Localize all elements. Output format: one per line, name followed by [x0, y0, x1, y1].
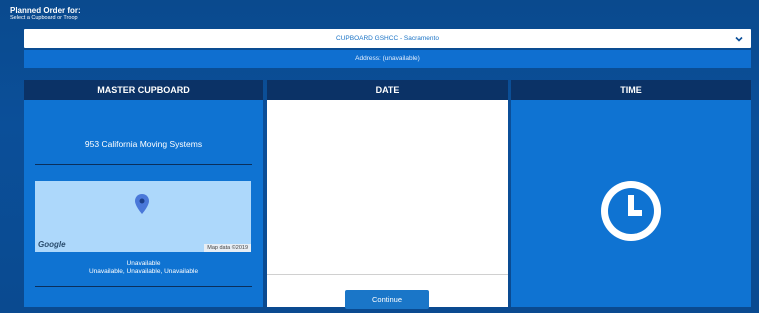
- divider: [35, 164, 252, 165]
- map-pin-icon[interactable]: [135, 194, 149, 214]
- time-panel: TIME: [511, 80, 751, 307]
- cupboard-select[interactable]: CUPBOARD GSHCC - Sacramento: [24, 29, 751, 48]
- cupboard-select-value: CUPBOARD GSHCC - Sacramento: [336, 35, 439, 42]
- master-cupboard-body: 953 California Moving Systems Google Map…: [24, 100, 263, 307]
- date-heading: DATE: [267, 80, 508, 100]
- map-attribution: Map data ©2019: [204, 244, 251, 252]
- clock-icon: [601, 181, 661, 241]
- address-line-1: Unavailable: [126, 260, 161, 267]
- divider: [267, 274, 508, 275]
- address-bar: Address: (unavailable): [24, 50, 751, 68]
- header-title: Planned Order for:: [10, 6, 81, 15]
- order-header: Planned Order for: Select a Cupboard or …: [10, 6, 81, 21]
- divider: [35, 286, 252, 287]
- continue-button[interactable]: Continue: [345, 290, 429, 309]
- master-cupboard-address: Unavailable Unavailable, Unavailable, Un…: [24, 260, 263, 276]
- header-subtitle: Select a Cupboard or Troop: [10, 15, 78, 21]
- date-panel: DATE Continue: [267, 80, 508, 309]
- time-heading: TIME: [511, 80, 751, 100]
- master-cupboard-heading: MASTER CUPBOARD: [24, 80, 263, 100]
- google-logo: Google: [38, 240, 66, 249]
- chevron-down-icon[interactable]: [734, 34, 744, 44]
- master-cupboard-panel: MASTER CUPBOARD 953 California Moving Sy…: [24, 80, 263, 307]
- date-body[interactable]: Continue: [267, 100, 508, 309]
- map-view[interactable]: Google Map data ©2019: [35, 181, 251, 252]
- address-line-2: Unavailable, Unavailable, Unavailable: [88, 268, 199, 275]
- time-body: [511, 100, 751, 307]
- address-text: Address: (unavailable): [355, 55, 420, 62]
- company-name: 953 California Moving Systems: [84, 139, 203, 149]
